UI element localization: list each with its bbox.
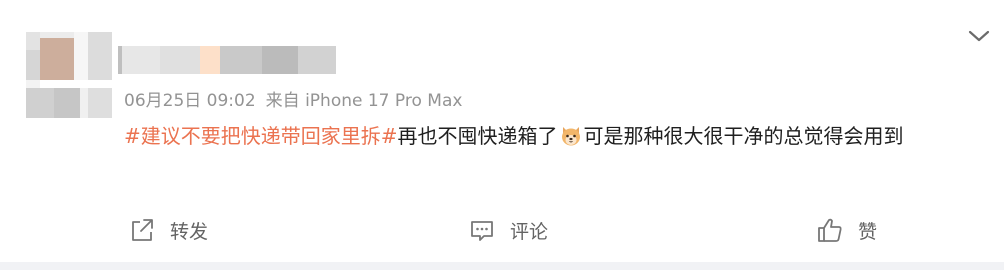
post-meta: 06月25日 09:02 来自 iPhone 17 Pro Max	[124, 86, 472, 111]
username[interactable]	[118, 46, 336, 74]
repost-button[interactable]: 转发	[128, 212, 208, 248]
avatar[interactable]	[26, 32, 112, 118]
post-source: 来自 iPhone 17 Pro Max	[265, 91, 463, 111]
post-text-part1: 再也不囤快递箱了	[397, 124, 558, 148]
post-content: #建议不要把快递带回家里拆#再也不囤快递箱了 可是那种很大很干净的总觉得会用到	[124, 116, 984, 156]
repost-icon	[132, 219, 153, 241]
post-text-part2: 可是那种很大很干净的总觉得会用到	[583, 124, 904, 148]
comment-icon	[471, 221, 493, 241]
page-background-strip	[0, 262, 1004, 270]
like-label: 赞	[858, 220, 878, 243]
topic-link[interactable]: #建议不要把快递带回家里拆#	[124, 124, 398, 148]
comment-label: 评论	[510, 220, 549, 243]
like-button[interactable]: 赞	[816, 212, 877, 248]
thumbs-up-icon	[818, 218, 842, 242]
repost-label: 转发	[170, 220, 209, 243]
post-timestamp: 06月25日 09:02	[124, 91, 256, 111]
chevron-down-icon[interactable]	[968, 28, 990, 44]
weibo-post-card: 06月25日 09:02 来自 iPhone 17 Pro Max #建议不要把快…	[0, 0, 1004, 262]
dog-face-emoji-icon	[560, 120, 582, 146]
comment-button[interactable]: 评论	[468, 212, 548, 248]
action-bar: 转发 评论 赞	[0, 212, 1004, 248]
